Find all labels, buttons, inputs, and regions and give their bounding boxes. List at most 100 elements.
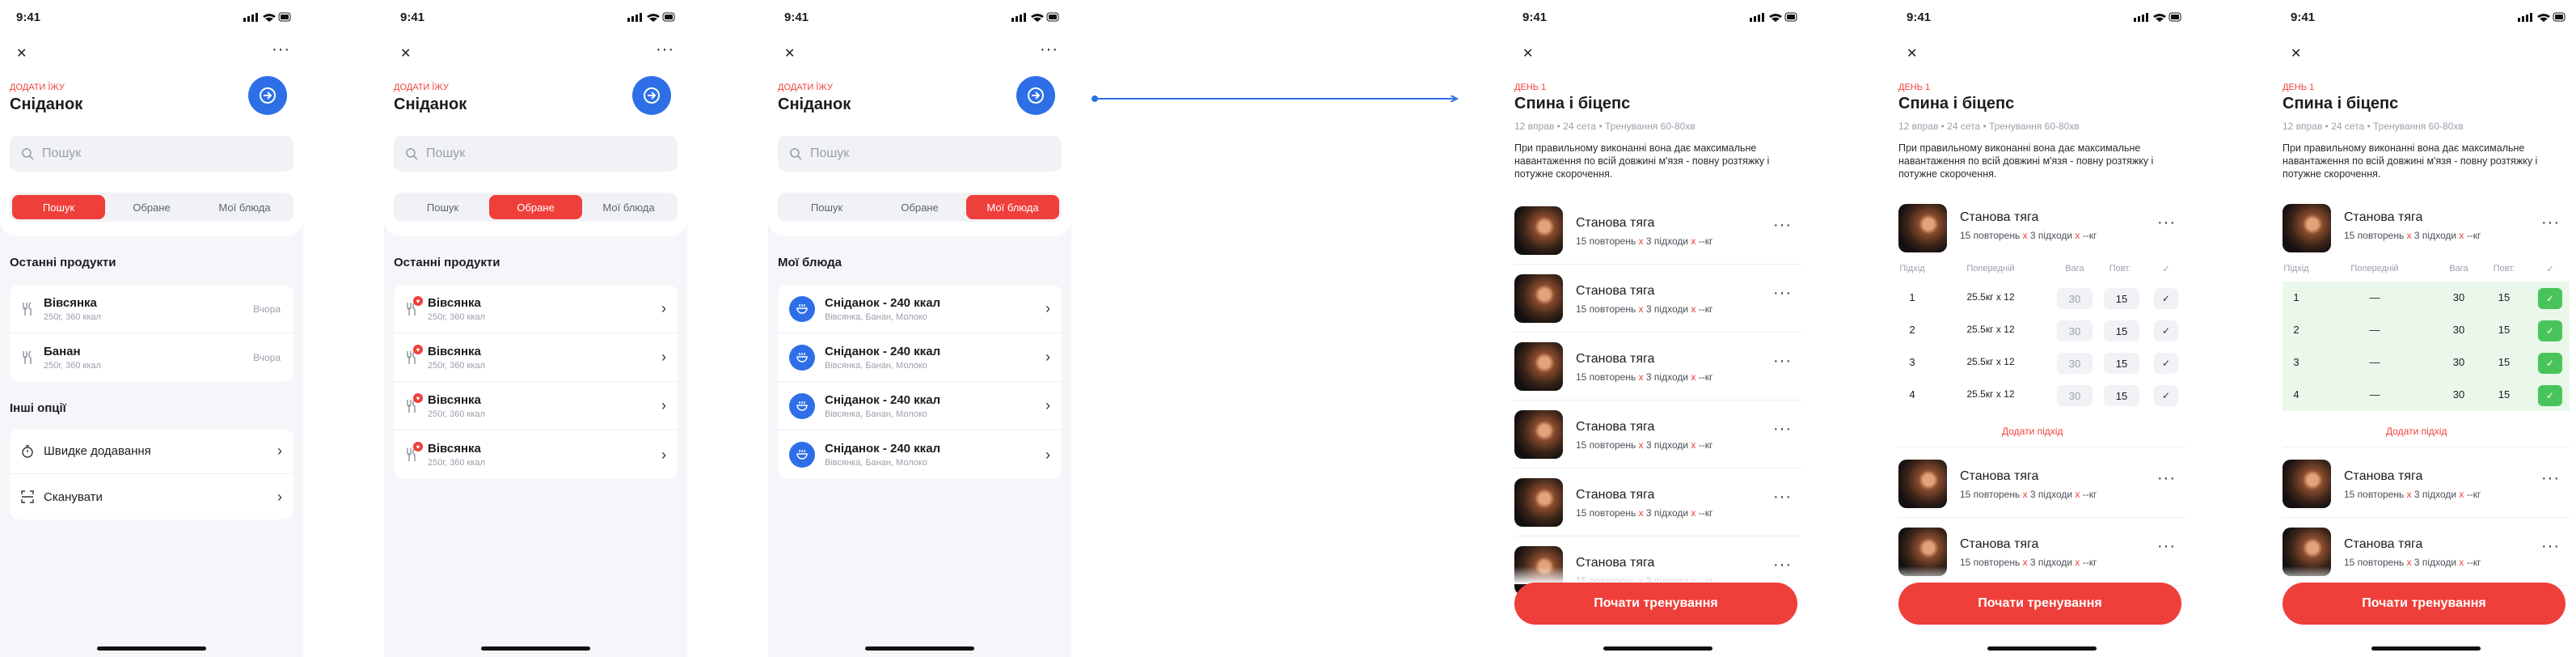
more-icon[interactable]: ··· <box>2157 537 2176 556</box>
other-options-title: Інші опції <box>10 401 66 415</box>
add-set-button[interactable]: Додати підхід <box>2002 426 2063 437</box>
tab-favorites[interactable]: Обране <box>489 195 582 219</box>
next-button[interactable] <box>632 76 671 115</box>
list-item[interactable]: Сніданок - 240 ккал Вівсянка, Банан, Моло… <box>778 430 1062 479</box>
weight-input[interactable]: 30 <box>2057 320 2092 341</box>
segment-tabs: Пошук Обране Мої блюда <box>778 193 1062 222</box>
exercise-item[interactable]: Станова тяга 15 повторень x 3 підходи x -… <box>1514 468 1801 536</box>
tab-search[interactable]: Пошук <box>396 195 489 219</box>
close-icon[interactable]: ✕ <box>1907 45 1917 61</box>
weight-input[interactable]: 30 <box>2057 288 2092 309</box>
status-icons <box>2134 12 2182 22</box>
tab-search[interactable]: Пошук <box>780 195 873 219</box>
exercise-item[interactable]: Станова тяга 15 повторень x 3 підходи x -… <box>1514 197 1801 265</box>
search-input[interactable] <box>810 146 1037 161</box>
reps-input[interactable]: 15 <box>2104 385 2139 406</box>
tab-favorites[interactable]: Обране <box>105 195 198 219</box>
search-icon <box>406 148 418 160</box>
next-button[interactable] <box>248 76 287 115</box>
search-input[interactable] <box>426 146 652 161</box>
more-icon[interactable]: ··· <box>1773 352 1792 371</box>
arrow-right-icon <box>260 87 276 104</box>
start-workout-button[interactable]: Почати тренування <box>2283 583 2565 625</box>
quick-add-option[interactable]: Швидке додавання › <box>10 429 293 474</box>
more-icon[interactable]: ··· <box>1040 40 1058 59</box>
weight-input[interactable]: 30 <box>2057 353 2092 374</box>
workout-overview-screen: 9:41 ✕ ДЕНЬ 1 Спина і біцепс 12 вправ • … <box>1506 0 1810 657</box>
more-icon[interactable]: ··· <box>1773 420 1792 439</box>
more-icon[interactable]: ··· <box>1773 216 1792 235</box>
close-icon[interactable]: ✕ <box>2291 45 2301 61</box>
exercise-item[interactable]: Станова тяга 15 повторень x 3 підходи x -… <box>2283 450 2570 518</box>
options-list: Швидке додавання › Сканувати › <box>10 429 293 519</box>
list-item[interactable]: Сніданок - 240 ккал Вівсянка, Банан, Моло… <box>778 382 1062 430</box>
add-set-button[interactable]: Додати підхід <box>2386 426 2447 437</box>
tab-favorites[interactable]: Обране <box>873 195 966 219</box>
start-workout-button[interactable]: Почати тренування <box>1898 583 2181 625</box>
reps-input[interactable]: 15 <box>2104 320 2139 341</box>
more-icon[interactable]: ··· <box>2541 214 2560 232</box>
exercise-photo <box>1898 204 1947 252</box>
list-item[interactable]: ♥ Вівсянка 250г, 360 ккал › <box>394 285 678 333</box>
close-icon[interactable]: ✕ <box>400 45 411 61</box>
set-row: 3 25.5кг x 12 30 15 ✓ <box>1898 346 2185 379</box>
list-item[interactable]: ♥ Вівсянка 250г, 360 ккал › <box>394 382 678 430</box>
check-icon[interactable]: ✓ <box>2154 288 2178 309</box>
item-name: Сніданок - 240 ккал <box>825 295 941 310</box>
item-name: Сніданок - 240 ккал <box>825 442 941 456</box>
more-icon[interactable]: ··· <box>2157 214 2176 232</box>
list-item[interactable]: Сніданок - 240 ккал Вівсянка, Банан, Моло… <box>778 285 1062 333</box>
more-icon[interactable]: ··· <box>1773 488 1792 507</box>
exercise-item[interactable]: Станова тяга 15 повторень x 3 підходи x -… <box>1898 194 2185 262</box>
list-item[interactable]: Сніданок - 240 ккал Вівсянка, Банан, Моло… <box>778 333 1062 382</box>
check-icon[interactable]: ✓ <box>2154 385 2178 406</box>
check-icon[interactable]: ✓ <box>2538 385 2562 406</box>
close-icon[interactable]: ✕ <box>784 45 795 61</box>
exercise-item[interactable]: Станова тяга 15 повторень x 3 підходи x -… <box>1514 265 1801 333</box>
tab-search[interactable]: Пошук <box>12 195 105 219</box>
exercise-item[interactable]: Станова тяга 15 повторень x 3 підходи x -… <box>1898 450 2185 518</box>
status-bar: 9:41 <box>1506 0 1810 36</box>
check-icon[interactable]: ✓ <box>2538 353 2562 374</box>
more-icon[interactable]: ··· <box>272 40 290 59</box>
search-input[interactable] <box>42 146 268 161</box>
check-icon[interactable]: ✓ <box>2154 353 2178 374</box>
exercise-item[interactable]: Станова тяга 15 повторень x 3 підходи x -… <box>1514 333 1801 401</box>
more-icon[interactable]: ··· <box>2157 469 2176 488</box>
item-time: Вчора <box>253 352 281 363</box>
item-detail: 250г, 360 ккал <box>44 312 101 322</box>
check-icon[interactable]: ✓ <box>2538 320 2562 341</box>
more-icon[interactable]: ··· <box>1773 284 1792 303</box>
next-button[interactable] <box>1016 76 1055 115</box>
search-field[interactable] <box>778 136 1062 172</box>
list-item[interactable]: ♥ Вівсянка 250г, 360 ккал › <box>394 430 678 479</box>
tab-my-dishes[interactable]: Мої блюда <box>966 195 1059 219</box>
close-icon[interactable]: ✕ <box>16 45 27 61</box>
scan-option[interactable]: Сканувати › <box>10 474 293 519</box>
tab-my-dishes[interactable]: Мої блюда <box>198 195 291 219</box>
reps-input[interactable]: 15 <box>2104 288 2139 309</box>
search-field[interactable] <box>394 136 678 172</box>
check-icon[interactable]: ✓ <box>2538 288 2562 309</box>
list-item[interactable]: ♥ Вівсянка 250г, 360 ккал › <box>394 333 678 382</box>
exercise-detail: 15 повторень x 3 підходи x --кг <box>1576 439 1713 451</box>
search-field[interactable] <box>10 136 293 172</box>
food-favorites-screen: 9:41 ✕ ··· ДОДАТИ ЇЖУ Сніданок Пошук Обр… <box>384 0 687 657</box>
exercise-name: Станова тяга <box>1576 216 1655 230</box>
more-icon[interactable]: ··· <box>2541 537 2560 556</box>
reps-input[interactable]: 15 <box>2104 353 2139 374</box>
tab-my-dishes[interactable]: Мої блюда <box>582 195 675 219</box>
more-icon[interactable]: ··· <box>2541 469 2560 488</box>
exercise-item[interactable]: Станова тяга 15 повторень x 3 підходи x -… <box>2283 194 2570 262</box>
close-icon[interactable]: ✕ <box>1522 45 1533 61</box>
exercise-name: Станова тяга <box>1576 420 1655 434</box>
exercise-item[interactable]: Станова тяга 15 повторень x 3 підходи x -… <box>1514 401 1801 468</box>
check-icon[interactable]: ✓ <box>2154 320 2178 341</box>
list-item[interactable]: Вівсянка 250г, 360 ккал Вчора <box>10 285 293 333</box>
start-workout-button[interactable]: Почати тренування <box>1514 583 1797 625</box>
weight-input[interactable]: 30 <box>2057 385 2092 406</box>
list-item[interactable]: Банан 250г, 360 ккал Вчора <box>10 333 293 382</box>
more-icon[interactable]: ··· <box>656 40 674 59</box>
scan-icon <box>21 490 34 503</box>
page-title: Сніданок <box>10 95 83 113</box>
